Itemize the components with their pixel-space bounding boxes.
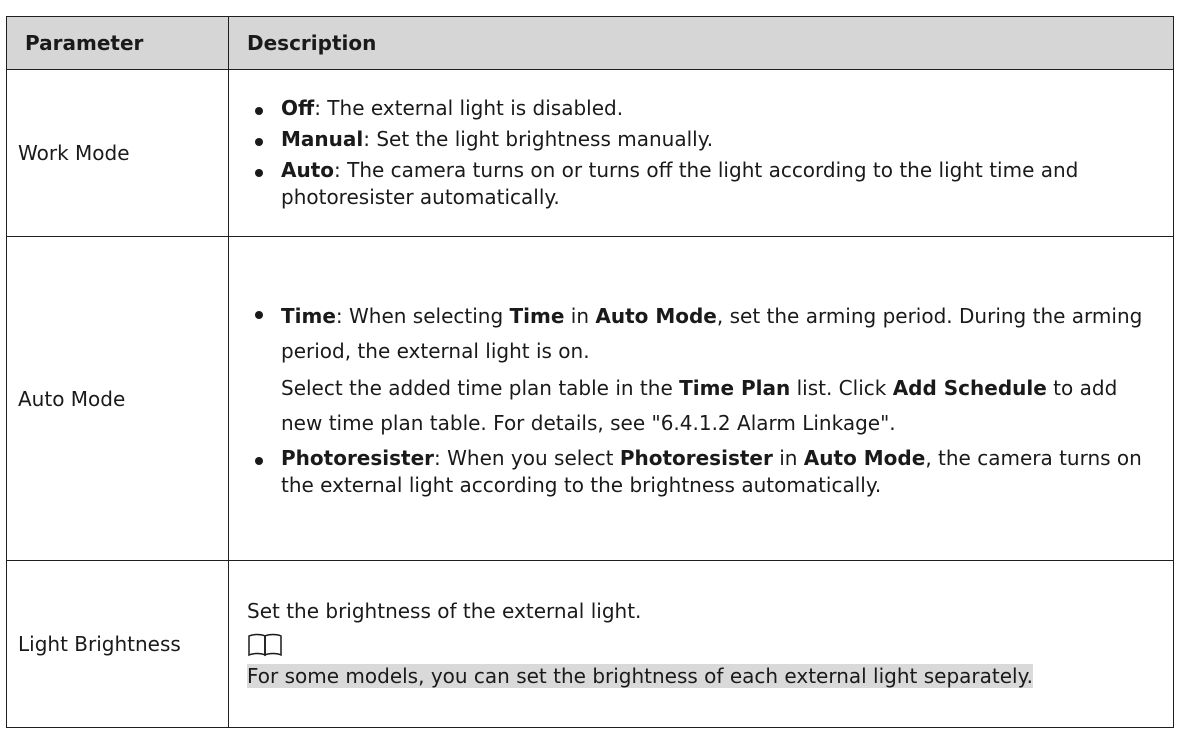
auto-mode-list: Time: When selecting Time in Auto Mode, … — [247, 299, 1155, 499]
work-mode-list: Off: The external light is disabled. Man… — [247, 95, 1155, 210]
note-block: For some models, you can set the brightn… — [247, 663, 1155, 690]
list-item-auto: Auto: The camera turns on or turns off t… — [247, 157, 1155, 211]
desc-light-brightness: Set the brightness of the external light… — [228, 560, 1174, 728]
table-row-light-brightness: Light Brightness Set the brightness of t… — [6, 560, 1174, 728]
table-row-auto-mode: Auto Mode Time: When selecting Time in A… — [6, 236, 1174, 561]
list-item-manual: Manual: Set the light brightness manuall… — [247, 126, 1155, 153]
desc-work-mode: Off: The external light is disabled. Man… — [228, 69, 1174, 237]
parameter-table: Parameter Description Work Mode Off: The… — [6, 16, 1174, 728]
time-plan-paragraph: Select the added time plan table in the … — [281, 375, 1118, 435]
header-parameter: Parameter — [6, 16, 229, 70]
param-work-mode: Work Mode — [6, 69, 229, 237]
note-text: For some models, you can set the brightn… — [247, 664, 1033, 688]
param-light-brightness: Light Brightness — [6, 560, 229, 728]
desc-auto-mode: Time: When selecting Time in Auto Mode, … — [228, 236, 1174, 561]
brightness-text: Set the brightness of the external light… — [247, 599, 642, 624]
list-item-off: Off: The external light is disabled. — [247, 95, 1155, 122]
list-item-time: Time: When selecting Time in Auto Mode, … — [247, 299, 1155, 441]
list-item-photoresister: Photoresister: When you select Photoresi… — [247, 445, 1155, 499]
book-icon — [248, 633, 282, 657]
header-description: Description — [228, 16, 1174, 70]
table-header-row: Parameter Description — [6, 16, 1174, 70]
param-auto-mode: Auto Mode — [6, 236, 229, 561]
table-row-work-mode: Work Mode Off: The external light is dis… — [6, 69, 1174, 237]
